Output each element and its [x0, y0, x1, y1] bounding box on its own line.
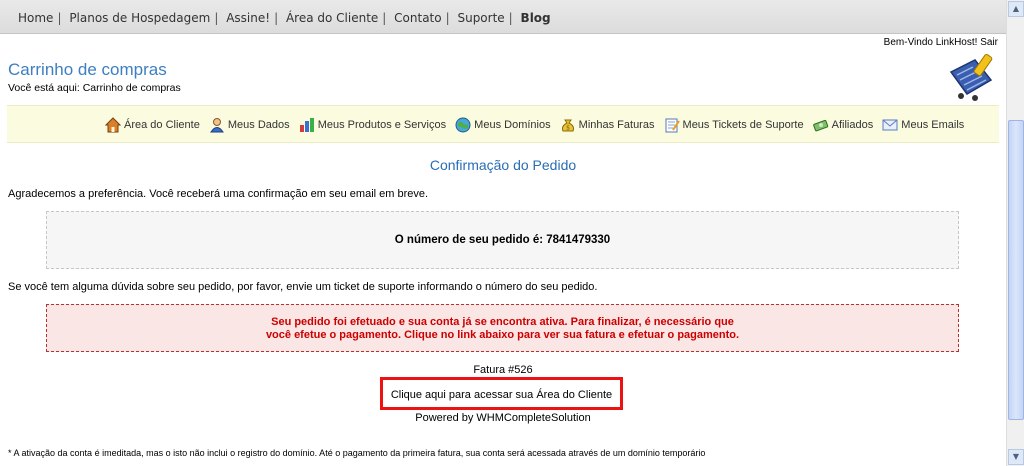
nav-separator: |	[382, 11, 387, 25]
scroll-up-button[interactable]: ▲	[1008, 1, 1024, 17]
bar-chart-icon	[299, 118, 314, 132]
breadcrumb: Você está aqui: Carrinho de compras	[8, 82, 181, 94]
thanks-message: Agradecemos a preferência. Você receberá…	[8, 188, 429, 200]
client-area-menu: Área do Cliente Meus Dados Meus Produtos…	[7, 105, 999, 143]
shopping-cart-icon	[949, 53, 993, 101]
client-area-link[interactable]: Clique aqui para acessar sua Área do Cli…	[383, 389, 620, 401]
nav-support[interactable]: Suporte	[457, 11, 504, 25]
powered-by: Powered by WHMCompleteSolution	[415, 412, 591, 424]
order-number-text: O número de seu pedido é: 7841479330	[394, 234, 611, 246]
scroll-down-button[interactable]: ▼	[1008, 449, 1024, 465]
menu-item-my-emails[interactable]: Meus Emails	[882, 117, 964, 133]
order-number-box: O número de seu pedido é: 7841479330	[46, 211, 959, 269]
payment-alert-text: Seu pedido foi efetuado e sua conta já s…	[47, 316, 958, 342]
payment-alert-box: Seu pedido foi efetuado e sua conta já s…	[46, 304, 959, 352]
scrollbar-thumb[interactable]	[1008, 120, 1024, 420]
envelope-icon	[882, 119, 898, 131]
activation-footnote: * A ativação da conta é imeditada, mas o…	[8, 448, 706, 458]
top-navigation: Home | Planos de Hospedagem | Assine! | Áre…	[0, 0, 1006, 34]
globe-icon	[455, 117, 471, 133]
menu-item-my-domains[interactable]: Meus Domínios	[455, 117, 551, 133]
logout-link[interactable]: Sair	[980, 37, 998, 48]
nav-contact[interactable]: Contato	[394, 11, 441, 25]
page-title: Carrinho de compras	[8, 60, 167, 79]
alert-line-1: Seu pedido foi efetuado e sua conta já s…	[271, 316, 734, 328]
home-icon	[104, 117, 122, 133]
invoice-label: Fatura #526	[473, 364, 533, 376]
cash-icon	[812, 119, 828, 132]
support-info-text: Se você tem alguma dúvida sobre seu pedi…	[8, 281, 598, 293]
ticket-icon	[665, 118, 680, 133]
menu-item-my-invoices[interactable]: $ Minhas Faturas	[560, 117, 654, 133]
nav-home[interactable]: Home	[18, 11, 53, 25]
nav-subscribe[interactable]: Assine!	[226, 11, 270, 25]
menu-item-client-area[interactable]: Área do Cliente	[104, 117, 200, 133]
alert-line-2: você efetue o pagamento. Clique no link …	[265, 329, 740, 341]
menu-item-my-products[interactable]: Meus Produtos e Serviços	[299, 117, 446, 133]
menu-item-my-data[interactable]: Meus Dados	[209, 117, 290, 133]
confirmation-title: Confirmação do Pedido	[429, 157, 577, 173]
menu-item-affiliates[interactable]: Afiliados	[812, 117, 873, 133]
nav-separator: |	[274, 11, 279, 25]
svg-text:$: $	[566, 125, 570, 132]
nav-separator: |	[57, 11, 62, 25]
vertical-scrollbar[interactable]: ▲ ▼	[1006, 0, 1024, 466]
nav-client-area[interactable]: Área do Cliente	[286, 11, 378, 25]
nav-hosting-plans[interactable]: Planos de Hospedagem	[69, 11, 210, 25]
nav-separator: |	[214, 11, 219, 25]
nav-separator: |	[445, 11, 450, 25]
welcome-text: Bem-Vindo LinkHost!	[883, 37, 978, 48]
nav-blog[interactable]: Blog	[521, 11, 551, 25]
top-nav-links: Home | Planos de Hospedagem | Assine! | Áre…	[18, 11, 551, 25]
nav-separator: |	[508, 11, 513, 25]
user-icon	[209, 118, 224, 133]
client-area-link-highlight: Clique aqui para acessar sua Área do Cli…	[380, 377, 623, 410]
menu-item-my-tickets[interactable]: Meus Tickets de Suporte	[664, 117, 804, 133]
welcome-bar: Bem-Vindo LinkHost! Sair	[884, 37, 998, 48]
money-bag-icon: $	[561, 119, 574, 132]
